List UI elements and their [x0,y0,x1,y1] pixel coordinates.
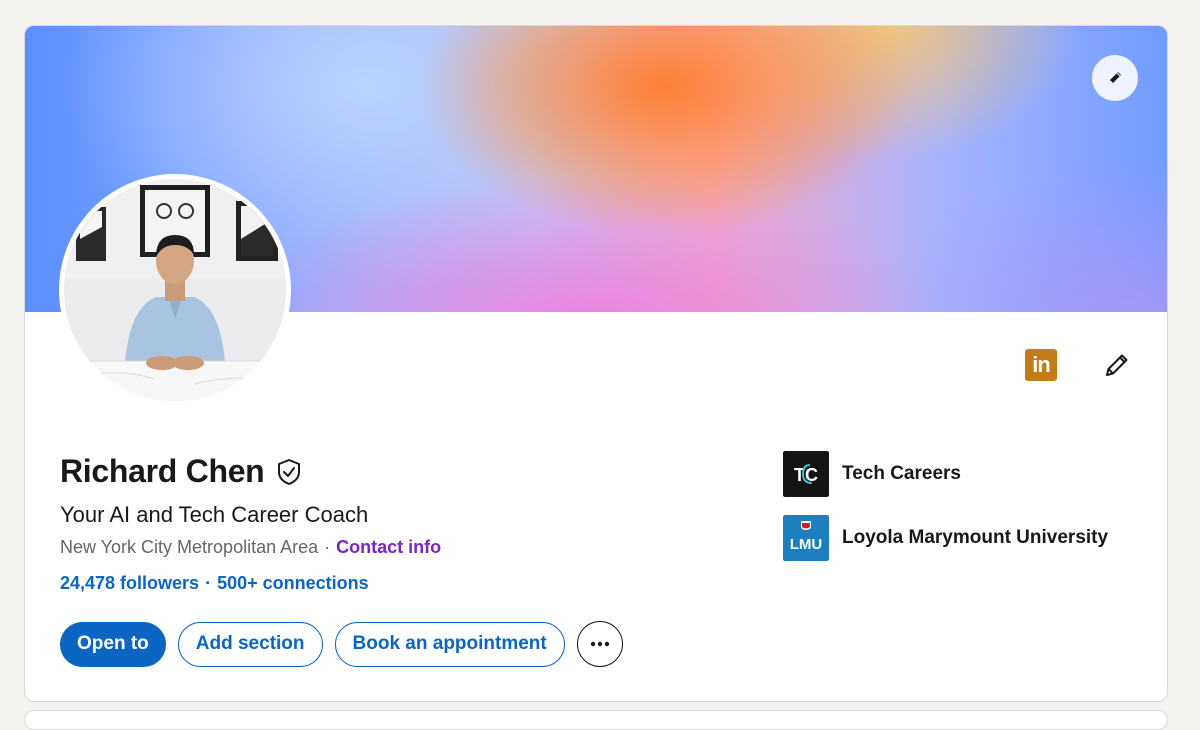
stats-separator: · [205,573,212,593]
contact-info-link[interactable]: Contact info [336,537,441,558]
linkedin-premium-icon[interactable]: in [1025,349,1057,381]
profile-headline: Your AI and Tech Career Coach [60,502,369,527]
profile-actions: Open to Add section Book an appointment [60,621,623,667]
next-section-card [24,710,1168,730]
affiliation-company[interactable]: TC Tech Careers [783,449,1108,499]
location-separator: · [324,537,331,557]
network-stats: 24,478 followers · 500+ connections [60,573,369,594]
profile-location: New York City Metropolitan Area [60,537,319,557]
location-row: New York City Metropolitan Area · Contac… [60,537,441,558]
open-to-button[interactable]: Open to [60,621,166,667]
connections-link[interactable]: 500+ connections [217,573,369,594]
lmu-logo-text: LMU [790,536,823,553]
affiliation-school-label: Loyola Marymount University [842,527,1109,548]
profile-card: in Richard Chen Your AI and Tech Career … [24,25,1168,702]
profile-name: Richard Chen [60,453,265,489]
edit-intro-pencil-icon[interactable] [1101,349,1133,381]
affiliation-company-label: Tech Careers [842,463,961,484]
add-section-button[interactable]: Add section [177,621,323,667]
followers-link[interactable]: 24,478 followers [60,573,199,594]
tech-careers-logo-icon: TC [783,451,829,497]
affiliation-school[interactable]: LMU Loyola Marymount University [783,513,1108,563]
ellipsis-icon [590,641,609,647]
book-appointment-button[interactable]: Book an appointment [334,621,565,667]
verified-shield-icon[interactable] [274,457,304,487]
lmu-logo-icon: LMU [783,515,829,561]
affiliations-list: TC Tech Careers LMU Loyola Marymount Uni… [783,449,1108,577]
more-actions-button[interactable] [576,621,623,667]
pencil-icon [1109,72,1121,84]
avatar [64,179,286,401]
profile-photo[interactable] [59,174,291,406]
edit-cover-button[interactable] [1092,55,1138,101]
